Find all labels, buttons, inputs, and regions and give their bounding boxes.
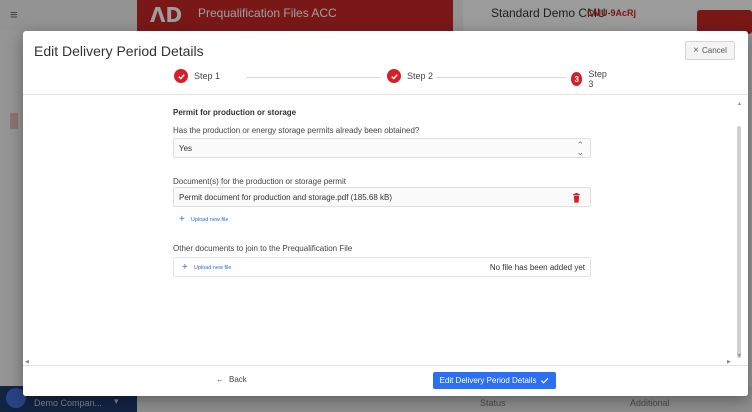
- primary-button-label: Edit Delivery Period Details: [439, 376, 537, 385]
- back-label: Back: [229, 375, 247, 384]
- permit-question-label: Has the production or energy storage per…: [173, 126, 420, 135]
- step-3[interactable]: 3 Step 3: [571, 69, 610, 89]
- edit-delivery-period-modal: Edit Delivery Period Details × Cancel St…: [23, 31, 748, 396]
- modal-body: Permit for production or storage Has the…: [23, 95, 748, 365]
- permit-obtained-select[interactable]: Yes ⌃ ⌄: [173, 138, 591, 158]
- plus-icon: +: [182, 262, 188, 273]
- select-value: Yes: [179, 144, 193, 153]
- cancel-button[interactable]: × Cancel: [685, 41, 735, 60]
- permit-documents-label: Document(s) for the production or storag…: [173, 177, 346, 186]
- edit-delivery-period-details-button[interactable]: Edit Delivery Period Details: [433, 372, 556, 389]
- step-connector: [246, 77, 381, 78]
- plus-icon: +: [179, 214, 185, 225]
- step-number-badge: 3: [571, 72, 583, 86]
- step-label: Step 3: [588, 69, 607, 89]
- other-documents-label: Other documents to join to the Prequalif…: [173, 244, 353, 253]
- stepper: Step 1 Step 2 3 Step 3: [174, 69, 610, 89]
- section-title: Permit for production or storage: [173, 108, 297, 117]
- modal-footer: ← Back Edit Delivery Period Details: [23, 365, 748, 396]
- modal-title: Edit Delivery Period Details: [34, 43, 204, 59]
- other-documents-box: + Upload new file No file has been added…: [173, 257, 591, 277]
- no-file-message: No file has been added yet: [489, 263, 585, 272]
- upload-label: Upload new file: [193, 265, 232, 271]
- cancel-label: Cancel: [701, 46, 727, 55]
- close-icon: ×: [693, 45, 699, 56]
- trash-icon[interactable]: [572, 193, 581, 203]
- upload-other-file-link[interactable]: + Upload new file: [182, 262, 232, 273]
- check-icon: [174, 69, 188, 83]
- step-label: Step 2: [407, 71, 434, 81]
- upload-new-file-link[interactable]: + Upload new file: [179, 214, 229, 225]
- vertical-scrollbar-thumb[interactable]: [737, 126, 741, 358]
- upload-label: Upload new file: [190, 217, 229, 223]
- back-button[interactable]: ← Back: [216, 375, 247, 384]
- select-arrows-icon: ⌃ ⌄: [576, 140, 584, 157]
- step-label: Step 1: [194, 71, 221, 81]
- step-connector: [436, 77, 566, 78]
- check-icon: [541, 377, 549, 384]
- step-1[interactable]: Step 1: [174, 69, 221, 83]
- scroll-up-icon[interactable]: ▲: [737, 101, 742, 107]
- modal-header: Edit Delivery Period Details × Cancel St…: [23, 31, 748, 95]
- check-icon: [387, 69, 401, 83]
- arrow-left-icon: ←: [216, 375, 224, 384]
- file-name[interactable]: Permit document for production and stora…: [179, 193, 392, 202]
- step-2[interactable]: Step 2: [387, 69, 434, 83]
- uploaded-file-row[interactable]: Permit document for production and stora…: [173, 187, 591, 207]
